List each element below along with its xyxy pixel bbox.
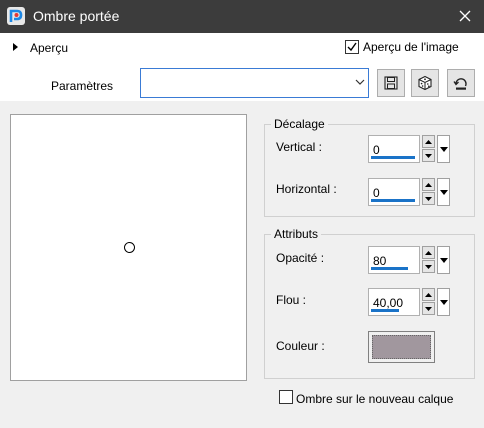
opacity-input[interactable]: 80 [368,246,420,274]
opacity-spinner[interactable] [422,246,435,274]
horizontal-range-dropdown[interactable] [437,178,450,206]
horizontal-input[interactable]: 0 [368,178,420,206]
chevron-down-icon [355,79,365,85]
horizontal-increment-button[interactable] [422,178,435,191]
vertical-input[interactable]: 0 [368,135,420,163]
dice-icon [418,75,432,91]
vertical-increment-button[interactable] [422,135,435,148]
blur-input[interactable]: 40,00 [368,288,420,316]
reset-button[interactable] [447,69,475,97]
vertical-value: 0 [373,143,380,157]
save-preset-button[interactable] [377,69,405,97]
preview-target-handle[interactable] [124,242,135,253]
caret-up-icon [425,139,432,144]
shadow-on-new-layer-label[interactable]: Ombre sur le nouveau calque [296,392,453,406]
expand-arrow-icon[interactable] [13,43,18,51]
preview-toggle-label[interactable]: Aperçu [30,41,68,55]
color-label: Couleur : [276,339,325,353]
close-icon [459,10,471,22]
attributes-group-title: Attributs [271,227,322,241]
horizontal-decrement-button[interactable] [422,192,435,205]
title-bar: Ombre portée [0,0,484,33]
presets-dropdown[interactable] [140,68,369,98]
opacity-range-dropdown[interactable] [437,246,450,274]
save-icon [384,76,398,90]
caret-down-icon [425,264,432,269]
vertical-label: Vertical : [276,140,323,154]
shadow-on-new-layer-checkbox[interactable] [279,390,293,404]
presets-label: Paramètres [51,79,114,93]
caret-down-icon [425,306,432,311]
vertical-level-bar [371,156,415,159]
preview-image-checkbox[interactable] [345,40,359,54]
reset-icon [453,78,467,90]
vertical-spinner[interactable] [422,135,435,163]
blur-value: 40,00 [373,296,404,310]
blur-decrement-button[interactable] [422,302,435,315]
blur-spinner[interactable] [422,288,435,316]
randomize-button[interactable] [411,69,439,97]
opacity-decrement-button[interactable] [422,260,435,273]
opacity-value: 80 [373,254,387,268]
preview-image-label[interactable]: Aperçu de l'image [363,40,459,54]
horizontal-spinner[interactable] [422,178,435,206]
preview-canvas[interactable] [10,114,247,381]
checkmark-icon [347,42,357,52]
window-title: Ombre portée [33,8,120,24]
caret-up-icon [425,182,432,187]
paintshop-pro-icon [7,7,25,25]
blur-level-bar [371,309,399,312]
blur-increment-button[interactable] [422,288,435,301]
offset-group-title: Décalage [271,117,328,131]
opacity-level-bar [371,267,408,270]
blur-range-dropdown[interactable] [437,288,450,316]
color-swatch-fill [372,335,431,359]
vertical-decrement-button[interactable] [422,149,435,162]
blur-label: Flou : [276,293,307,307]
vertical-range-dropdown[interactable] [437,135,450,163]
caret-up-icon [425,250,432,255]
horizontal-value: 0 [373,186,380,200]
horizontal-level-bar [371,199,415,202]
color-swatch[interactable] [368,331,435,363]
opacity-label: Opacité : [276,251,325,265]
opacity-increment-button[interactable] [422,246,435,259]
close-button[interactable] [452,4,478,28]
caret-down-icon [425,196,432,201]
caret-down-icon [425,153,432,158]
horizontal-label: Horizontal : [276,182,337,196]
caret-up-icon [425,292,432,297]
